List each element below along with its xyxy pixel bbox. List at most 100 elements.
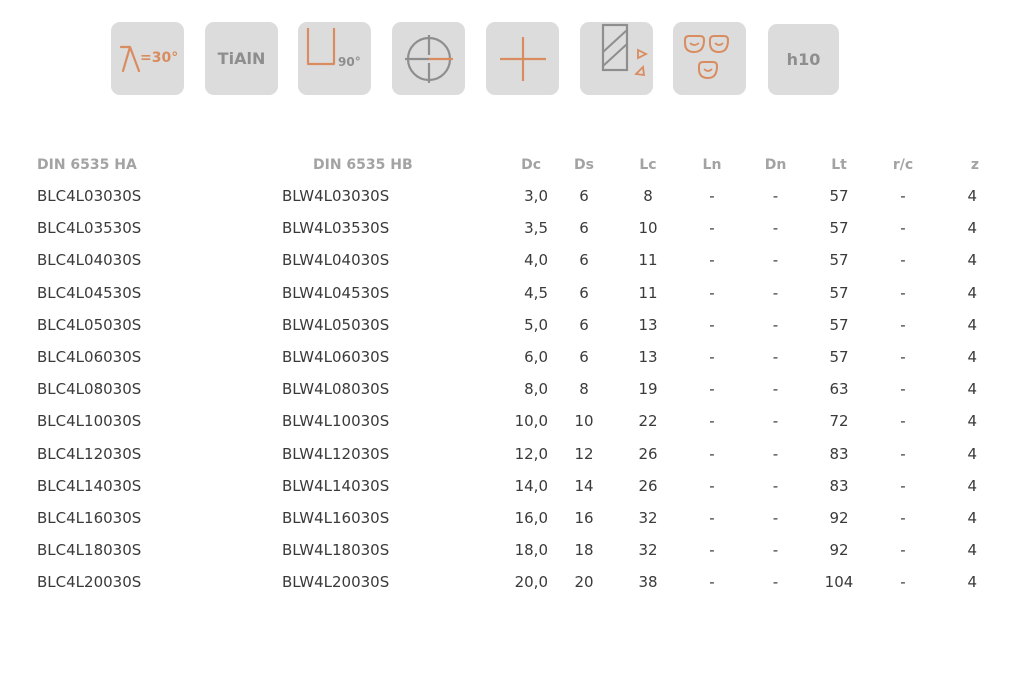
cell-lt: 92 bbox=[829, 508, 849, 527]
cell-din-hb: BLW4L20030S bbox=[282, 573, 390, 592]
table-row: BLC4L05030S BLW4L05030S 5,0 6 13 - - 57 - 4 bbox=[0, 309, 1024, 341]
tolerance-icon: h10 bbox=[786, 50, 821, 69]
header-lc: Lc bbox=[639, 157, 657, 173]
cell-ds: 6 bbox=[579, 348, 589, 367]
cell-z: 4 bbox=[967, 187, 977, 206]
cell-ln: - bbox=[709, 380, 715, 399]
cell-dc: 4,5 bbox=[524, 283, 548, 302]
header-din-6535-ha: DIN 6535 HA bbox=[37, 157, 137, 173]
table-row: BLC4L14030S BLW4L14030S 14,0 14 26 - - 83 - 4 bbox=[0, 470, 1024, 502]
center-cutting-tile bbox=[392, 22, 465, 95]
header-din-6535-hb: DIN 6535 HB bbox=[313, 157, 413, 173]
cell-dn: - bbox=[772, 412, 779, 431]
cell-dn: - bbox=[772, 283, 779, 302]
helix-angle-icon: =30° bbox=[119, 45, 178, 72]
cell-dc: 5,0 bbox=[524, 315, 548, 334]
cell-ln: - bbox=[709, 508, 715, 527]
cell-ds: 16 bbox=[574, 508, 594, 527]
cell-ds: 6 bbox=[579, 187, 589, 206]
cell-rc: - bbox=[900, 573, 906, 592]
center-cutting-icon bbox=[404, 34, 453, 83]
table-row: BLC4L06030S BLW4L06030S 6,0 6 13 - - 57 - 4 bbox=[0, 341, 1024, 373]
cell-ln: - bbox=[709, 283, 715, 302]
cell-ds: 6 bbox=[579, 251, 589, 270]
cell-z: 4 bbox=[967, 380, 977, 399]
cell-lt: 83 bbox=[829, 476, 849, 495]
cell-ln: - bbox=[709, 187, 715, 206]
cell-rc: - bbox=[900, 219, 906, 238]
table-row: BLC4L03030S BLW4L03030S 3,0 6 8 - - 57 - 4 bbox=[0, 180, 1024, 212]
table-row: BLC4L03530S BLW4L03530S 3,5 6 10 - - 57 - 4 bbox=[0, 212, 1024, 244]
table-row: BLC4L08030S BLW4L08030S 8,0 8 19 - - 63 - 4 bbox=[0, 373, 1024, 405]
cell-lc: 13 bbox=[638, 315, 658, 334]
cell-din-hb: BLW4L04530S bbox=[282, 283, 390, 302]
cell-rc: - bbox=[900, 508, 906, 527]
coating-tile: TiAlN bbox=[205, 22, 278, 95]
cell-lc: 26 bbox=[638, 476, 658, 495]
cell-ln: - bbox=[709, 251, 715, 270]
cell-din-hb: BLW4L06030S bbox=[282, 348, 390, 367]
cell-lc: 11 bbox=[638, 283, 658, 302]
cell-din-hb: BLW4L10030S bbox=[282, 412, 390, 431]
cell-lt: 63 bbox=[829, 380, 849, 399]
cell-z: 4 bbox=[967, 348, 977, 367]
cell-z: 4 bbox=[967, 412, 977, 431]
cell-dc: 16,0 bbox=[514, 508, 548, 527]
cell-din-hb: BLW4L03530S bbox=[282, 219, 390, 238]
table-row: BLC4L12030S BLW4L12030S 12,0 12 26 - - 83 - 4 bbox=[0, 438, 1024, 470]
materials-tile bbox=[673, 22, 746, 95]
cell-ln: - bbox=[709, 573, 715, 592]
table-body: BLC4L03030S BLW4L03030S 3,0 6 8- -57-4 BLC4L03… bbox=[0, 180, 1024, 598]
cell-z: 4 bbox=[967, 251, 977, 270]
cell-lc: 13 bbox=[638, 348, 658, 367]
cell-din-ha: BLC4L12030S bbox=[37, 444, 142, 463]
header-dn: Dn bbox=[764, 157, 787, 173]
cell-din-hb: BLW4L16030S bbox=[282, 508, 390, 527]
cell-dn: - bbox=[772, 541, 779, 560]
cell-lc: 38 bbox=[638, 573, 658, 592]
cell-z: 4 bbox=[967, 219, 977, 238]
cell-lt: 57 bbox=[829, 315, 849, 334]
cell-ds: 6 bbox=[579, 219, 589, 238]
table-row: BLC4L16030S BLW4L16030S 16,0 16 32 - - 92 - 4 bbox=[0, 502, 1024, 534]
table-header-row: DIN 6535 HA DIN 6535 HB Dc Ds Lc Ln Dn L… bbox=[0, 150, 1024, 180]
cell-z: 4 bbox=[967, 315, 977, 334]
cell-rc: - bbox=[900, 283, 906, 302]
corner-90-label: 90° bbox=[338, 55, 361, 69]
cell-dn: - bbox=[772, 219, 779, 238]
cell-dc: 20,0 bbox=[514, 573, 548, 592]
coating-icon: TiAlN bbox=[217, 49, 266, 68]
cell-lt: 104 bbox=[824, 573, 854, 592]
header-lt: Lt bbox=[831, 157, 847, 173]
cell-z: 4 bbox=[967, 444, 977, 463]
cell-dn: - bbox=[772, 573, 779, 592]
table-row: BLC4L04030S BLW4L04030S 4,0 6 11 - - 57 - 4 bbox=[0, 244, 1024, 276]
cell-ln: - bbox=[709, 541, 715, 560]
cell-rc: - bbox=[900, 476, 906, 495]
corner-90-tile: 90° bbox=[298, 22, 371, 95]
cell-dc: 8,0 bbox=[524, 380, 548, 399]
cell-ds: 6 bbox=[579, 283, 589, 302]
cell-dn: - bbox=[772, 476, 779, 495]
cell-rc: - bbox=[900, 444, 906, 463]
cell-lc: 19 bbox=[638, 380, 658, 399]
cell-ds: 18 bbox=[574, 541, 594, 560]
cell-ds: 10 bbox=[574, 412, 594, 431]
cell-z: 4 bbox=[967, 541, 977, 560]
cell-dc: 3,0 bbox=[524, 187, 548, 206]
cell-rc: - bbox=[900, 541, 906, 560]
cell-ln: - bbox=[709, 219, 715, 238]
helix-angle-tile: =30° bbox=[111, 22, 184, 95]
cell-din-ha: BLC4L06030S bbox=[37, 348, 142, 367]
cell-din-hb: BLW4L14030S bbox=[282, 476, 390, 495]
cell-din-ha: BLC4L10030S bbox=[37, 412, 142, 431]
cell-lt: 57 bbox=[829, 348, 849, 367]
cell-ds: 14 bbox=[574, 476, 594, 495]
cell-din-ha: BLC4L05030S bbox=[37, 315, 142, 334]
cell-dc: 12,0 bbox=[514, 444, 548, 463]
cell-ln: - bbox=[709, 348, 715, 367]
cell-lt: 92 bbox=[829, 541, 849, 560]
cell-ln: - bbox=[709, 412, 715, 431]
cell-din-ha: BLC4L16030S bbox=[37, 508, 142, 527]
cell-rc: - bbox=[900, 315, 906, 334]
